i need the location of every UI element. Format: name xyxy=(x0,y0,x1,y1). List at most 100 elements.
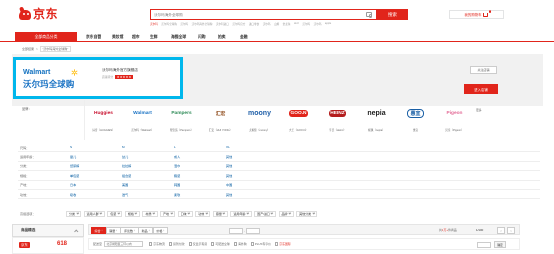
attribute-value[interactable]: 日本 xyxy=(70,182,76,187)
brand-item[interactable]: GOO.N 大王（GOO.N） xyxy=(280,100,317,140)
nav-item[interactable]: 超市 xyxy=(132,35,140,40)
hot-word-link[interactable]: 沃尔玛 xyxy=(314,22,322,27)
attribute-value[interactable]: 透气 xyxy=(122,192,128,197)
attribute-value[interactable]: XL xyxy=(226,145,230,149)
attribute-value[interactable]: 其他 xyxy=(226,154,232,159)
camera-icon[interactable] xyxy=(366,12,373,18)
hot-word-link[interactable]: 沃尔玛 xyxy=(263,22,271,27)
attribute-value[interactable]: 韩国 xyxy=(174,182,180,187)
attribute-value[interactable]: S xyxy=(70,145,72,149)
all-categories-button[interactable]: 全部商品分类 xyxy=(15,32,77,42)
filter-checkbox[interactable]: 京东物流 xyxy=(149,242,165,246)
advanced-option-dropdown[interactable]: 功效 xyxy=(195,210,211,217)
advanced-option-dropdown[interactable]: 品牌 xyxy=(278,210,294,217)
attribute-value[interactable]: 婴儿 xyxy=(70,154,76,159)
advanced-option-dropdown[interactable]: 其他分类 xyxy=(296,210,318,217)
hot-word-link[interactable]: 金龙鱼 xyxy=(283,22,291,27)
filter-checkbox[interactable]: 可配送全球 xyxy=(211,242,230,246)
confirm-button[interactable]: 确定 xyxy=(494,241,506,248)
attribute-value[interactable]: 其他 xyxy=(226,173,232,178)
brand-item[interactable]: nepia 妮飘（nepia） xyxy=(358,100,395,140)
attribute-value[interactable]: 其他 xyxy=(226,163,232,168)
attribute-value[interactable]: 组合装 xyxy=(122,173,131,178)
attribute-value[interactable]: 拉拉裤 xyxy=(122,163,131,168)
ship-to-select[interactable]: 北京朝阳区三环以内 xyxy=(104,241,144,247)
sort-tab[interactable]: 销量 ↓ xyxy=(105,227,121,234)
promo-banner[interactable]: 京东 618 xyxy=(12,237,84,254)
advanced-option-dropdown[interactable]: 适用年龄 xyxy=(230,210,252,217)
attribute-value[interactable]: 柔软 xyxy=(174,192,180,197)
advanced-option-dropdown[interactable]: 分类 xyxy=(66,210,82,217)
nav-item[interactable]: 美妆馆 xyxy=(112,35,123,40)
attribute-value[interactable]: 湿巾 xyxy=(174,163,180,168)
brand-item[interactable]: 惠宜 惠宜 xyxy=(397,100,434,140)
hot-word-link[interactable]: 山姆 xyxy=(274,22,279,27)
hot-word-link[interactable]: 沃尔玛官方 xyxy=(232,22,245,27)
sort-tab[interactable]: 新品 ↓ xyxy=(138,227,154,234)
hot-word-link[interactable]: 沃尔玛 xyxy=(180,22,188,27)
attribute-value[interactable]: 中国 xyxy=(226,182,232,187)
brand-item[interactable]: Huggies 好奇（HUGGIES） xyxy=(85,100,122,140)
filter-checkbox[interactable]: PLUS专享价 xyxy=(250,242,271,246)
nav-item[interactable]: 海囤全球 xyxy=(171,35,186,40)
attribute-value[interactable]: 成人 xyxy=(174,154,180,159)
brand-item[interactable]: HEINZ 亨氏（Heinz） xyxy=(319,100,356,140)
advanced-option-dropdown[interactable]: 口味 xyxy=(177,210,193,217)
brand-item[interactable]: moony 尤妮佳（moony） xyxy=(241,100,278,140)
advanced-option-dropdown[interactable]: 材质 xyxy=(142,210,158,217)
search-button[interactable]: 搜索 xyxy=(377,9,408,20)
attribute-value[interactable]: 幼儿 xyxy=(122,154,128,159)
jd-logo[interactable]: 京东 xyxy=(18,5,58,22)
hot-word-link[interactable]: 沃尔玛 xyxy=(150,22,158,27)
more-brands-button[interactable]: 更多 xyxy=(476,108,482,112)
attribute-value[interactable]: 吸收 xyxy=(70,192,76,197)
brand-item[interactable]: Pigeon 贝亲（Pigeon） xyxy=(436,100,473,140)
advanced-option-dropdown[interactable]: 规格 xyxy=(124,210,140,217)
prev-page-button[interactable]: < xyxy=(497,227,505,234)
attribute-value[interactable]: 其他 xyxy=(226,192,232,197)
advanced-option-dropdown[interactable]: 包装 xyxy=(107,210,123,217)
attribute-value[interactable]: L xyxy=(174,145,176,149)
advanced-option-dropdown[interactable]: 适用人群 xyxy=(83,210,105,217)
attribute-value[interactable]: 纸尿裤 xyxy=(70,163,79,168)
next-page-button[interactable]: > xyxy=(507,227,515,234)
sort-tab[interactable]: 价格 ↓ xyxy=(152,227,168,234)
hot-word-link[interactable]: sk-II xyxy=(294,22,299,27)
shop-name[interactable]: 沃尔玛海外官方旗舰店 xyxy=(102,68,138,73)
nav-item[interactable]: 京东自营 xyxy=(86,35,101,40)
breadcrumb-keyword[interactable]: “沃尔玛海外全球购” xyxy=(39,45,71,52)
price-max-input[interactable] xyxy=(246,227,260,234)
sort-tab[interactable]: 综合 ↓ xyxy=(91,227,107,234)
sort-tab[interactable]: 评论数 ↓ xyxy=(120,227,139,234)
search-input[interactable] xyxy=(151,10,366,19)
price-min-input[interactable] xyxy=(229,227,243,234)
brand-item[interactable]: 汇宏 汇宏（HUI YONG） xyxy=(202,100,239,140)
nav-item[interactable]: 闪购 xyxy=(198,35,206,40)
follow-shop-button[interactable]: 关注店铺 xyxy=(470,66,497,74)
attribute-value[interactable]: 单包装 xyxy=(70,173,79,178)
advanced-option-dropdown[interactable]: 容量 xyxy=(212,210,228,217)
nav-item[interactable]: 生鲜 xyxy=(150,35,158,40)
hot-word-link[interactable]: 沃尔玛全球购 xyxy=(161,22,177,27)
nav-item[interactable]: 金融 xyxy=(240,35,248,40)
region-select[interactable] xyxy=(477,241,491,248)
advanced-option-dropdown[interactable]: 产地 xyxy=(160,210,176,217)
hot-word-link[interactable]: 沃尔玛 xyxy=(302,22,310,27)
featured-products-header[interactable]: 商品精选 xyxy=(12,224,84,237)
attribute-value[interactable]: 美国 xyxy=(122,182,128,187)
hot-word-link[interactable]: 进口零食 xyxy=(249,22,259,27)
hot-word-link[interactable]: 沃尔玛海外全球购 xyxy=(192,22,213,27)
nav-item[interactable]: 拍卖 xyxy=(218,35,226,40)
hot-word-link[interactable]: apple xyxy=(325,22,331,27)
cart-button[interactable]: 我的购物车 0 xyxy=(449,10,504,19)
advanced-option-dropdown[interactable]: 国产/进口 xyxy=(254,210,277,217)
attribute-value[interactable]: M xyxy=(122,145,125,149)
enter-shop-button[interactable]: 进入店铺 xyxy=(464,84,498,94)
attribute-value[interactable]: 箱装 xyxy=(174,173,180,178)
brand-item[interactable]: Pampers 帮宝适（Pampers） xyxy=(163,100,200,140)
shop-logo-box[interactable]: Walmart 沃尔玛全球购 沃尔玛海外官方旗舰店 店铺评分 ★★★★★ xyxy=(13,57,183,99)
filter-checkbox[interactable]: 货到付款 xyxy=(168,242,185,246)
brand-item[interactable]: Walmart 沃尔玛（Walmart） xyxy=(124,100,161,140)
breadcrumb-root[interactable]: 全部结果 xyxy=(22,47,34,51)
filter-checkbox[interactable]: 海外购 xyxy=(233,242,247,246)
